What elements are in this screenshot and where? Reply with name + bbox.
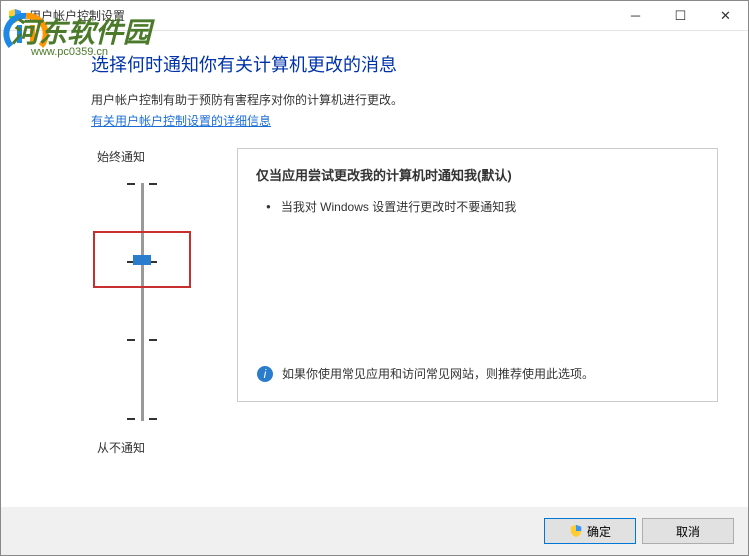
desc-title: 仅当应用尝试更改我的计算机时通知我(默认) xyxy=(256,165,699,184)
info-icon: i xyxy=(256,365,274,383)
ok-button[interactable]: 确定 xyxy=(544,518,636,544)
window-title: 用户帐户控制设置 xyxy=(29,7,125,24)
maximize-button[interactable]: ☐ xyxy=(658,1,703,31)
slider-top-label: 始终通知 xyxy=(97,148,221,165)
page-heading: 选择何时通知你有关计算机更改的消息 xyxy=(91,51,718,77)
help-link[interactable]: 有关用户帐户控制设置的详细信息 xyxy=(91,114,271,128)
slider-bottom-label: 从不通知 xyxy=(97,439,221,456)
bullet-icon: ● xyxy=(266,198,271,216)
titlebar: 用户帐户控制设置 ─ ☐ ✕ xyxy=(1,1,748,31)
desc-info: 如果你使用常见应用和访问常见网站，则推荐使用此选项。 xyxy=(282,365,594,382)
svg-text:i: i xyxy=(264,367,267,381)
page-subtext: 用户帐户控制有助于预防有害程序对你的计算机进行更改。 xyxy=(91,91,718,108)
slider-thumb[interactable] xyxy=(133,255,151,265)
uac-shield-icon xyxy=(7,8,23,24)
desc-bullet: 当我对 Windows 设置进行更改时不要通知我 xyxy=(281,198,516,215)
footer-bar: 确定 取消 xyxy=(1,507,748,555)
cancel-button[interactable]: 取消 xyxy=(642,518,734,544)
slider-column: 始终通知 从不通知 xyxy=(91,148,221,466)
close-button[interactable]: ✕ xyxy=(703,1,748,31)
shield-icon xyxy=(569,524,583,538)
content-area: 选择何时通知你有关计算机更改的消息 用户帐户控制有助于预防有害程序对你的计算机进… xyxy=(1,31,748,466)
minimize-button[interactable]: ─ xyxy=(613,1,658,31)
uac-slider[interactable] xyxy=(91,175,221,429)
description-panel: 仅当应用尝试更改我的计算机时通知我(默认) ● 当我对 Windows 设置进行… xyxy=(237,148,718,402)
